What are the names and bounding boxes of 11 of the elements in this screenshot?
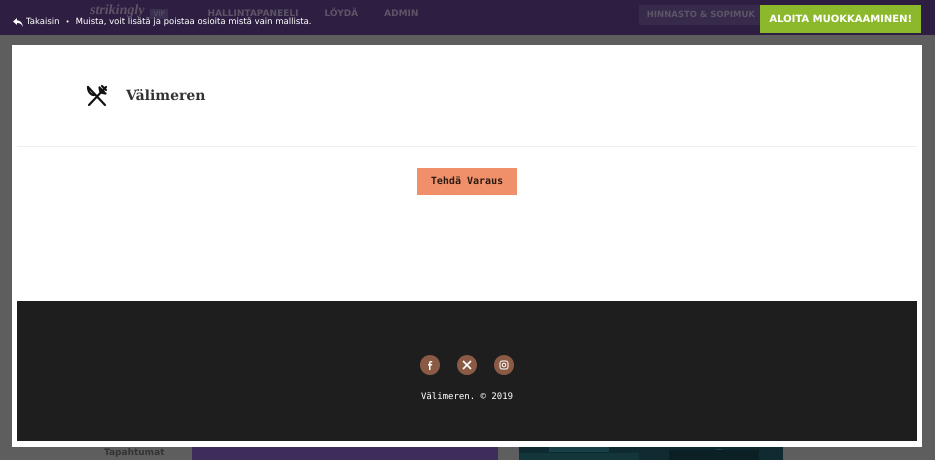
start-editing-button[interactable]: ALOITA MUOKKAAMINEN! — [760, 5, 921, 33]
x-icon[interactable] — [457, 355, 477, 375]
back-arrow-icon — [13, 18, 23, 26]
back-link[interactable]: Takaisin — [13, 17, 60, 27]
facebook-icon[interactable] — [420, 355, 440, 375]
copyright-text: Välimeren. © 2019 — [420, 392, 514, 402]
fork-knife-icon — [85, 84, 109, 108]
reservation-button[interactable]: Tehdä Varaus — [417, 168, 517, 195]
hint-text: Muista, voit lisätä ja poistaa osioita mistä vain mallista. — [76, 17, 312, 27]
site-title: Välimeren — [126, 88, 206, 104]
instagram-icon[interactable] — [494, 355, 514, 375]
